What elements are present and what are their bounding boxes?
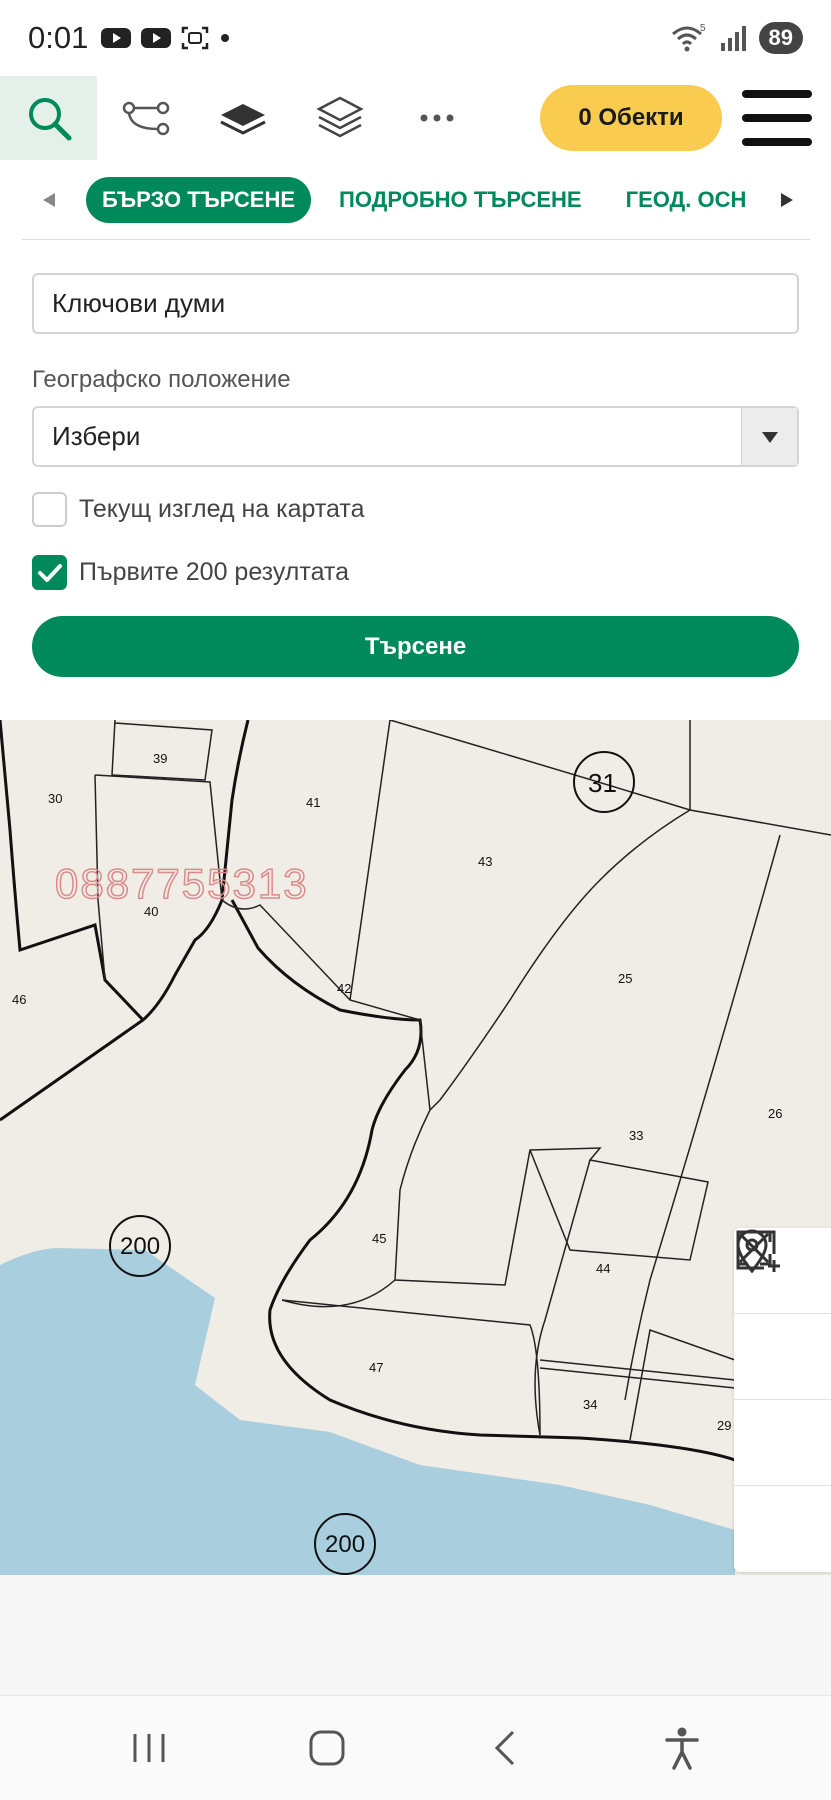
first200-label: Първите 200 резултата [79, 558, 349, 586]
dot-icon [221, 34, 230, 42]
search-tool-button[interactable] [0, 76, 97, 160]
wifi-badge: 5 [700, 23, 706, 34]
parcel-label: 45 [372, 1231, 386, 1246]
parcel-label: 41 [306, 795, 320, 810]
map-canvas: 39 30 41 43 31 40 46 42 25 33 26 45 44 4… [0, 720, 831, 1575]
cadastral-map[interactable]: 39 30 41 43 31 40 46 42 25 33 26 45 44 4… [0, 720, 831, 1575]
water-area [0, 1248, 735, 1575]
geo-location-label: Географско положение [32, 366, 291, 393]
tab-scroll-right-icon[interactable] [764, 180, 810, 220]
zoom-in-box-button[interactable] [734, 1230, 831, 1400]
parcel-label: 25 [618, 971, 632, 986]
parcel-label: 34 [583, 1397, 597, 1412]
current-view-label: Текущ изглед на картата [79, 495, 365, 523]
parcel-label: 26 [768, 1106, 782, 1121]
layers-tool-button[interactable] [291, 76, 388, 160]
fullscreen-icon [736, 1230, 772, 1266]
route-tool-button[interactable] [97, 76, 194, 160]
more-tool-button[interactable] [388, 76, 485, 160]
notification-icons [100, 24, 232, 52]
parcel-label: 44 [596, 1261, 610, 1276]
parcel-label: 39 [153, 751, 167, 766]
checkmark-icon [37, 563, 62, 582]
map-controls [734, 1228, 831, 1572]
layer-icon [219, 104, 266, 135]
signal-icon [720, 26, 746, 51]
battery-indicator: 89 [758, 22, 803, 54]
parcel-label: 47 [369, 1360, 383, 1375]
clock: 0:01 [28, 20, 89, 55]
menu-icon[interactable] [742, 90, 812, 146]
parcel-label: 31 [588, 768, 617, 798]
status-bar: 0:01 5 89 [0, 0, 831, 76]
zoom-out-box-button[interactable] [734, 1230, 831, 1486]
wifi-icon: 5 [671, 23, 706, 52]
search-icon [28, 98, 71, 141]
geo-location-value: Избери [52, 421, 141, 451]
system-nav-bar [0, 1695, 831, 1800]
search-tabs: БЪРЗО ТЪРСЕНЕ ПОДРОБНО ТЪРСЕНЕ ГЕОД. ОСН [22, 160, 810, 240]
keywords-input[interactable]: Ключови думи [32, 273, 799, 334]
recent-apps-button[interactable] [104, 1708, 194, 1788]
layer-tool-button[interactable] [194, 76, 291, 160]
first200-option: Първите 200 резултата [32, 555, 349, 590]
home-button[interactable] [282, 1708, 372, 1788]
youtube-icon [101, 28, 132, 48]
parcel-label: 33 [629, 1128, 643, 1143]
tab-quick-search[interactable]: БЪРЗО ТЪРСЕНЕ [86, 176, 312, 223]
map-toolbar: 0 Обекти [0, 76, 831, 160]
parcel-label: 43 [478, 854, 492, 869]
parcel-label: 200 [120, 1233, 160, 1260]
tab-detailed-search[interactable]: ПОДРОБНО ТЪРСЕНЕ [323, 177, 598, 223]
search-button[interactable]: Търсене [32, 616, 799, 677]
panel-footer [0, 1575, 831, 1695]
objects-button[interactable]: 0 Обекти [540, 85, 722, 151]
more-icon [420, 114, 453, 122]
current-view-checkbox[interactable] [32, 492, 67, 527]
accessibility-button[interactable] [637, 1708, 727, 1788]
screenshot-icon [182, 26, 209, 50]
parcel-label: 46 [12, 992, 26, 1007]
first200-checkbox[interactable] [32, 555, 67, 590]
parcel-label: 200 [325, 1531, 365, 1558]
tab-scroll-left-icon[interactable] [22, 180, 76, 220]
parcel-label: 42 [337, 981, 351, 996]
parcel-label: 29 [717, 1418, 731, 1433]
layers-icon [315, 96, 364, 138]
back-button[interactable] [459, 1708, 549, 1788]
route-icon [122, 101, 169, 136]
accessibility-icon [665, 1727, 699, 1770]
map-watermark: 0887755313 [54, 859, 309, 908]
tab-geod-basis[interactable]: ГЕОД. ОСН [610, 177, 763, 223]
home-icon [309, 1730, 345, 1766]
geo-location-select[interactable]: Избери [32, 406, 799, 467]
parcel-label: 30 [48, 791, 62, 806]
recent-apps-icon [133, 1734, 165, 1762]
current-view-option: Текущ изглед на картата [32, 492, 364, 527]
back-icon [495, 1730, 515, 1766]
chevron-down-icon [741, 408, 797, 465]
fullscreen-button[interactable] [734, 1230, 831, 1572]
youtube-icon [141, 28, 172, 48]
